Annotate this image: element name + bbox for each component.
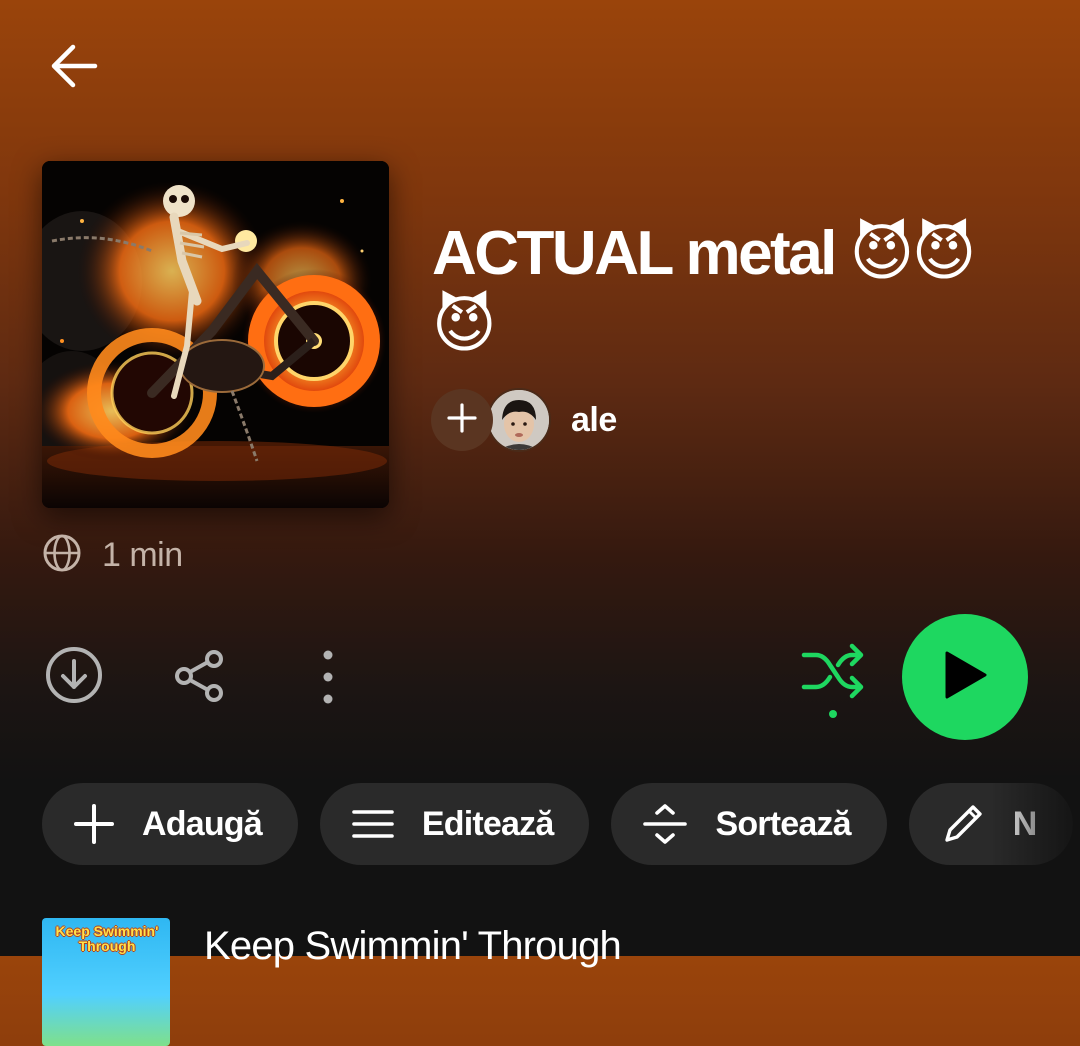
playlist-cover [42, 161, 389, 508]
share-icon [170, 645, 230, 710]
chip-label: Editează [421, 804, 554, 843]
plus-icon [74, 804, 114, 844]
chip-label: Sortează [715, 804, 851, 843]
more-options-button[interactable] [302, 645, 354, 709]
plus-icon [447, 402, 477, 438]
owner-row: ale [431, 388, 617, 452]
play-icon [941, 650, 989, 705]
track-thumbnail: Keep Swimmin' Through [42, 918, 170, 1046]
chip-label: N [1012, 804, 1038, 843]
back-button[interactable] [44, 38, 104, 98]
playlist-duration: 1 min [102, 535, 183, 574]
pencil-icon [941, 802, 985, 846]
download-button[interactable] [42, 645, 106, 709]
sort-icon [643, 803, 688, 845]
chip-label: Adaugă [142, 804, 263, 843]
add-collaborator-button[interactable] [431, 389, 493, 451]
name-details-chip[interactable]: N [908, 783, 1073, 865]
more-vertical-icon [318, 645, 338, 710]
back-arrow-icon [47, 39, 101, 98]
add-chip[interactable]: Adaugă [42, 783, 298, 865]
thumbnail-text: Keep Swimmin' Through [55, 923, 159, 954]
shuffle-icon [798, 643, 868, 728]
download-icon [44, 645, 104, 710]
track-row[interactable]: Keep Swimmin' Through Keep Swimmin' Thro… [42, 918, 622, 1046]
owner-name[interactable]: ale [571, 401, 617, 440]
menu-lines-icon [352, 809, 394, 839]
edit-chip[interactable]: Editează [319, 783, 590, 865]
track-title: Keep Swimmin' Through [204, 924, 622, 968]
play-button[interactable] [902, 614, 1028, 740]
share-button[interactable] [168, 645, 232, 709]
playlist-meta: 1 min [42, 533, 183, 577]
playlist-title: ACTUAL metal 😈😈😈 [432, 219, 976, 360]
action-chips: Adaugă Editează Sortează N [42, 783, 1080, 865]
sort-chip[interactable]: Sortează [611, 783, 887, 865]
globe-icon [42, 533, 82, 578]
shuffle-button[interactable] [798, 643, 868, 728]
owner-avatar[interactable] [487, 388, 551, 452]
